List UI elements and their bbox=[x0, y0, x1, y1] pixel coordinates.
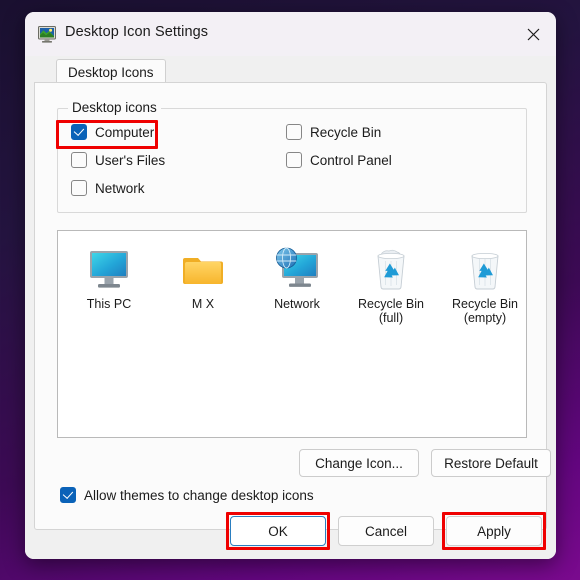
caption-line-2: (empty) bbox=[463, 311, 507, 325]
caption-line-2: (full) bbox=[378, 311, 404, 325]
checkbox-label-network: Network bbox=[95, 180, 145, 196]
checkbox-label-control-panel: Control Panel bbox=[310, 152, 392, 168]
close-icon bbox=[527, 28, 539, 40]
window-title: Desktop Icon Settings bbox=[65, 24, 209, 40]
checkbox-recycle-bin[interactable]: Recycle Bin bbox=[286, 124, 381, 140]
recycle-bin-full-icon bbox=[344, 241, 438, 291]
groupbox-legend: Desktop icons bbox=[68, 100, 161, 115]
desktop-icons-groupbox: Desktop icons Computer User's Files Netw… bbox=[57, 100, 527, 213]
ok-label: OK bbox=[268, 523, 288, 539]
tab-strip: Desktop Icons bbox=[34, 56, 547, 84]
preview-item-network[interactable]: Network bbox=[250, 241, 344, 311]
tab-content-panel: Desktop icons Computer User's Files Netw… bbox=[34, 82, 551, 530]
checkbox-indicator-unchecked bbox=[71, 180, 87, 196]
checkbox-indicator-unchecked bbox=[286, 124, 302, 140]
close-button[interactable] bbox=[510, 12, 556, 56]
icon-preview-box[interactable]: This PC M X Network Recycle Bin (full) R… bbox=[57, 230, 527, 438]
tab-desktop-icons[interactable]: Desktop Icons bbox=[56, 59, 166, 84]
preview-caption-recycle-bin-full: Recycle Bin (full) bbox=[344, 297, 438, 325]
cancel-button[interactable]: Cancel bbox=[338, 516, 434, 546]
apply-button[interactable]: Apply bbox=[446, 516, 542, 546]
checkbox-network[interactable]: Network bbox=[71, 180, 145, 196]
change-icon-label: Change Icon... bbox=[315, 455, 403, 471]
checkbox-control-panel[interactable]: Control Panel bbox=[286, 152, 392, 168]
checkbox-indicator-unchecked bbox=[71, 152, 87, 168]
preview-caption-m-x: M X bbox=[191, 297, 215, 311]
checkbox-users-files[interactable]: User's Files bbox=[71, 152, 165, 168]
display-monitor-icon bbox=[37, 24, 57, 44]
checkbox-label-recycle-bin: Recycle Bin bbox=[310, 124, 382, 140]
network-monitor-globe-icon bbox=[250, 241, 344, 291]
preview-caption-this-pc: This PC bbox=[86, 297, 132, 311]
preview-caption-recycle-bin-empty: Recycle Bin (empty) bbox=[438, 297, 532, 325]
apply-label: Apply bbox=[477, 523, 511, 539]
checkbox-label-allow-themes: Allow themes to change desktop icons bbox=[84, 487, 314, 503]
caption-line-1: Recycle Bin bbox=[358, 297, 424, 311]
checkbox-indicator-unchecked bbox=[286, 152, 302, 168]
preview-item-recycle-bin-empty[interactable]: Recycle Bin (empty) bbox=[438, 241, 532, 325]
checkbox-label-users-files: User's Files bbox=[95, 152, 166, 168]
preview-caption-network: Network bbox=[274, 297, 320, 311]
checkbox-allow-themes[interactable]: Allow themes to change desktop icons bbox=[60, 487, 314, 503]
checkbox-computer[interactable]: Computer bbox=[71, 124, 154, 140]
title-bar: Desktop Icon Settings bbox=[25, 12, 556, 56]
preview-item-recycle-bin-full[interactable]: Recycle Bin (full) bbox=[344, 241, 438, 325]
checkbox-label-computer: Computer bbox=[95, 124, 155, 140]
ok-button[interactable]: OK bbox=[230, 516, 326, 546]
restore-default-button[interactable]: Restore Default bbox=[431, 449, 551, 477]
restore-default-label: Restore Default bbox=[444, 455, 538, 471]
checkbox-indicator-checked bbox=[60, 487, 76, 503]
cancel-label: Cancel bbox=[364, 523, 408, 539]
tab-label: Desktop Icons bbox=[68, 64, 154, 80]
preview-item-m-x[interactable]: M X bbox=[156, 241, 250, 311]
change-icon-button[interactable]: Change Icon... bbox=[299, 449, 419, 477]
caption-line-1: Recycle Bin bbox=[452, 297, 518, 311]
desktop-icon-settings-dialog: Desktop Icon Settings Desktop Icons Desk… bbox=[25, 12, 556, 559]
folder-icon bbox=[156, 241, 250, 291]
monitor-icon bbox=[62, 241, 156, 291]
checkbox-indicator-checked bbox=[71, 124, 87, 140]
preview-item-this-pc[interactable]: This PC bbox=[62, 241, 156, 311]
recycle-bin-empty-icon bbox=[438, 241, 532, 291]
